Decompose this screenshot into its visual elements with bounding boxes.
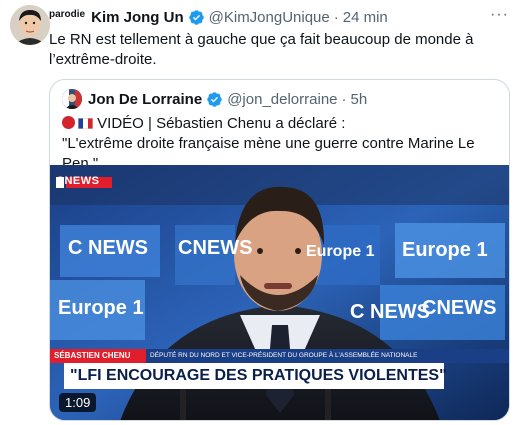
tweet-header: parodie Kim Jong Un @KimJongUnique · 24 …	[49, 6, 509, 26]
parody-label: parodie	[49, 8, 86, 20]
quoted-tweet[interactable]: Jon De Lorraine @jon_delorraine · 5h VID…	[49, 79, 510, 421]
chyron-role: DÉPUTÉ RN DU NORD ET VICE-PRÉSIDENT DU G…	[150, 352, 418, 359]
screen-word-4: Europe 1	[306, 243, 375, 260]
separator-dot: ·	[333, 8, 339, 26]
more-options-icon[interactable]: ···	[490, 6, 509, 24]
author-avatar[interactable]	[10, 5, 50, 45]
screen-word-5: C NEWS	[350, 301, 430, 323]
verified-badge-icon[interactable]	[188, 9, 205, 26]
chyron-name: SÉBASTIEN CHENU	[54, 351, 131, 360]
screen-word-1: C NEWS	[68, 237, 148, 259]
quoted-tweet-header: Jon De Lorraine @jon_delorraine · 5h	[62, 89, 367, 109]
quoted-avatar-icon	[62, 89, 82, 109]
quoted-verified-badge-icon[interactable]	[206, 91, 223, 108]
tweet-text: Le RN est tellement à gauche que ça fait…	[49, 31, 474, 68]
video-duration: 1:09	[59, 393, 97, 412]
quoted-separator-dot: ·	[341, 90, 347, 108]
video-player[interactable]: CNEWS C NEWS Europe 1 CNEWS Europe 1 C N…	[50, 165, 509, 420]
red-circle-icon	[62, 116, 75, 129]
screen-word-3: CNEWS	[178, 237, 253, 259]
chyron-quote: "LFI ENCOURAGE DES PRATIQUES VIOLENTES"	[70, 367, 447, 384]
screen-word-6: Europe 1	[402, 239, 488, 261]
author-handle[interactable]: @KimJongUnique	[209, 9, 330, 26]
quoted-timestamp[interactable]: 5h	[351, 91, 368, 108]
author-name[interactable]: Kim Jong Un	[91, 9, 184, 26]
channel-logo-text: CNEWS	[56, 175, 100, 187]
quoted-line-1-text: VIDÉO | Sébastien Chenu a déclaré :	[97, 115, 346, 132]
french-flag-icon	[78, 118, 93, 129]
quoted-author-avatar[interactable]	[62, 89, 82, 109]
screen-word-2: Europe 1	[58, 297, 144, 319]
avatar-portrait-icon	[10, 5, 50, 45]
quoted-author-handle[interactable]: @jon_delorraine	[227, 91, 337, 108]
tweet-timestamp[interactable]: 24 min	[343, 9, 388, 26]
quoted-text-line-1: VIDÉO | Sébastien Chenu a déclaré :	[62, 114, 502, 134]
screen-word-7: CNEWS	[422, 297, 497, 319]
quoted-author-name[interactable]: Jon De Lorraine	[88, 91, 202, 108]
